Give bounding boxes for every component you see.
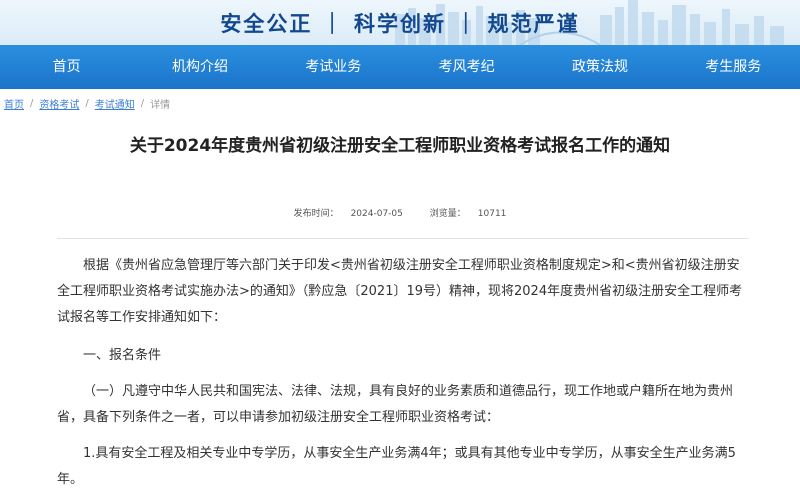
breadcrumb-separator: /: [140, 98, 145, 109]
paragraph-condition-1: （一）凡遵守中华人民共和国宪法、法律、法规，具有良好的业务素质和道德品行，现工作…: [57, 384, 734, 425]
article-body: 根据《贵州省应急管理厅等六部门关于印发<贵州省初级注册安全工程师职业资格制度规定…: [57, 253, 749, 493]
publish-time-label: 发布时间：: [293, 209, 339, 219]
views-label: 浏览量：: [429, 209, 466, 219]
views-count: 10711: [477, 209, 507, 219]
publish-date: 2024-07-05: [350, 209, 403, 219]
nav-exam-discipline[interactable]: 考风考纪: [400, 45, 533, 89]
breadcrumb-home[interactable]: 首页: [4, 96, 24, 111]
breadcrumb-qualification-exam[interactable]: 资格考试: [39, 96, 79, 111]
site-slogan: 安全公正 ｜ 科学创新 ｜ 规范严谨: [220, 11, 580, 36]
breadcrumb-separator: /: [85, 98, 89, 109]
article-meta: 发布时间： 2024-07-05 浏览量： 10711: [0, 206, 800, 219]
paragraph-item-1: 1.具有安全工程及相关专业中专学历，从事安全生产业务满4年；或具有其他专业中专学…: [57, 446, 736, 487]
paragraph-intro: 根据《贵州省应急管理厅等六部门关于印发<贵州省初级注册安全工程师职业资格制度规定…: [57, 258, 743, 325]
header-banner: 安全公正 ｜ 科学创新 ｜ 规范严谨: [0, 0, 800, 45]
breadcrumb-separator: /: [30, 98, 34, 109]
nav-candidate-services[interactable]: 考生服务: [667, 45, 800, 89]
breadcrumb-current: 详情: [150, 100, 171, 111]
nav-exam-business[interactable]: 考试业务: [267, 45, 400, 89]
nav-home[interactable]: 首页: [0, 45, 133, 89]
nav-policies[interactable]: 政策法规: [533, 45, 666, 89]
main-navigation: 首页 机构介绍 考试业务 考风考纪 政策法规 考生服务: [0, 45, 800, 89]
breadcrumb-exam-notice[interactable]: 考试通知: [95, 96, 135, 111]
breadcrumb: 首页 / 资格考试 / 考试通知 / 详情: [0, 89, 800, 119]
article-title: 关于2024年度贵州省初级注册安全工程师职业资格考试报名工作的通知: [129, 136, 671, 156]
meta-divider: [57, 238, 749, 239]
section-heading-eligibility: 一、报名条件: [83, 348, 162, 363]
nav-about[interactable]: 机构介绍: [133, 45, 266, 89]
